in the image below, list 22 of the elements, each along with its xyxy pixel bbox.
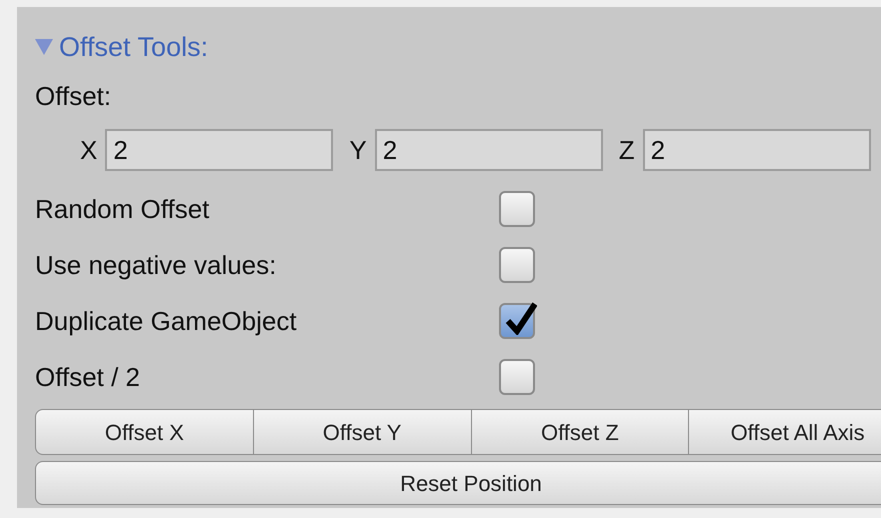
expand-triangle-icon	[35, 39, 53, 55]
offset-button[interactable]: Offset X	[35, 409, 254, 455]
number-field[interactable]: 2	[642, 129, 871, 171]
offset-label: Offset:	[35, 80, 112, 113]
option-label: Random Offset	[35, 192, 210, 226]
offset-button[interactable]: Offset All Axis	[689, 409, 881, 455]
checkbox[interactable]	[499, 359, 535, 395]
option-label: Duplicate GameObject	[35, 304, 298, 338]
checkbox[interactable]	[499, 191, 535, 227]
axis-label: Z	[618, 134, 635, 166]
number-field[interactable]: 2	[374, 129, 603, 171]
axis-label: X	[80, 134, 98, 166]
checkbox[interactable]	[499, 247, 535, 283]
checkmark-icon	[505, 301, 537, 335]
offset-button[interactable]: Offset Z	[472, 409, 690, 455]
number-field[interactable]: 2	[105, 129, 334, 171]
checkbox[interactable]	[499, 303, 535, 339]
reset-position-button[interactable]: Reset Position	[35, 461, 881, 505]
axis-label: Y	[349, 134, 367, 166]
option-label: Offset / 2	[35, 360, 142, 394]
option-label: Use negative values:	[35, 248, 278, 282]
offset-button[interactable]: Offset Y	[254, 409, 472, 455]
